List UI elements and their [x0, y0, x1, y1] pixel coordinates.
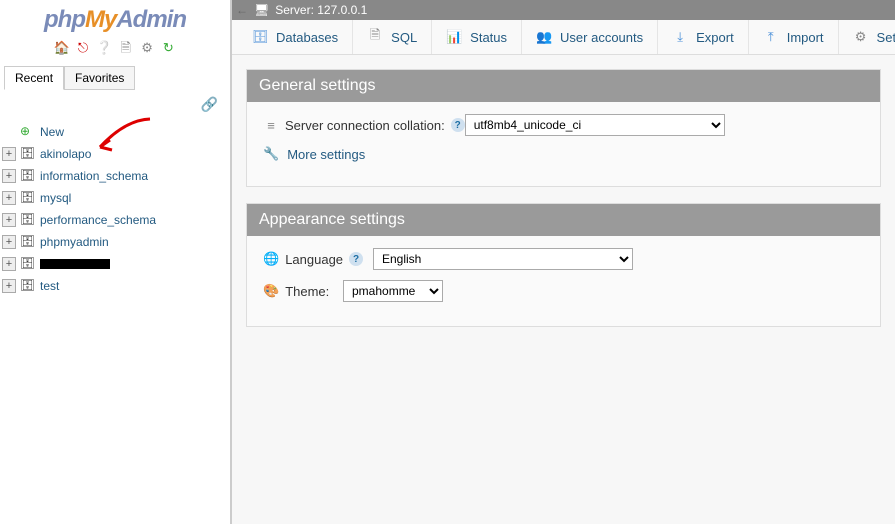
export-icon: ⤓	[672, 29, 688, 45]
tree-item-mysql[interactable]: + 🗄 mysql	[0, 187, 230, 209]
tree-item-test[interactable]: + 🗄 test	[0, 275, 230, 297]
menu-settings[interactable]: ⚙ Setti	[839, 20, 895, 54]
pma-logo[interactable]: phpMyAdmin	[0, 0, 230, 36]
menu-sql[interactable]: 🗎 SQL	[353, 20, 432, 54]
database-icon: 🗄	[20, 256, 36, 272]
breadcrumb-bar: 🖥 Server: 127.0.0.1	[232, 0, 895, 20]
expand-icon[interactable]: +	[2, 235, 16, 249]
language-select[interactable]: English	[373, 248, 633, 270]
tab-favorites[interactable]: Favorites	[64, 66, 135, 90]
databases-icon: 🗄	[252, 29, 268, 45]
expand-icon[interactable]: +	[2, 147, 16, 161]
expand-icon[interactable]: +	[2, 169, 16, 183]
tab-recent[interactable]: Recent	[4, 66, 64, 90]
tree-item-phpmyadmin[interactable]: + 🗄 phpmyadmin	[0, 231, 230, 253]
status-icon: 📊	[446, 29, 462, 45]
top-menu: 🗄 Databases 🗎 SQL 📊 Status 👥 User accoun…	[232, 20, 895, 55]
database-icon: 🗄	[20, 190, 36, 206]
link-icon[interactable]: 🔗	[201, 96, 218, 112]
collapse-sidebar-icon[interactable]: ←	[236, 3, 248, 17]
database-icon: 🗄	[20, 168, 36, 184]
menu-export[interactable]: ⤓ Export	[658, 20, 749, 54]
expand-icon[interactable]: +	[2, 191, 16, 205]
database-icon: 🗄	[20, 146, 36, 162]
server-icon: 🖥	[254, 3, 269, 17]
sql-icon: 🗎	[367, 29, 383, 45]
tree-item-redacted[interactable]: + 🗄	[0, 253, 230, 275]
reload-icon[interactable]: ↻	[160, 40, 176, 56]
expand-icon[interactable]: +	[2, 279, 16, 293]
help-icon[interactable]: ?	[451, 118, 465, 132]
language-icon: 🌐	[263, 251, 279, 267]
docs-icon[interactable]: ❔	[96, 40, 112, 56]
tree-item-performance-schema[interactable]: + 🗄 performance_schema	[0, 209, 230, 231]
expand-icon[interactable]: +	[2, 257, 16, 271]
tree-new[interactable]: ⊕ New	[0, 121, 230, 143]
collation-select[interactable]: utf8mb4_unicode_ci	[465, 114, 725, 136]
database-icon: 🗄	[20, 234, 36, 250]
sql-icon[interactable]: 🗎	[118, 40, 134, 56]
server-label[interactable]: Server: 127.0.0.1	[275, 3, 367, 17]
database-icon: 🗄	[20, 212, 36, 228]
sidebar-toolbar: 🏠 ⎋ ❔ 🗎 ⚙ ↻	[0, 36, 230, 62]
tree-item-akinolapo[interactable]: + 🗄 akinolapo	[0, 143, 230, 165]
theme-label: Theme:	[285, 284, 329, 299]
menu-import[interactable]: ⤒ Import	[749, 20, 839, 54]
collation-label: Server connection collation:	[285, 118, 445, 133]
expand-icon[interactable]: +	[2, 213, 16, 227]
wrench-icon: 🔧	[263, 146, 279, 162]
db-tree: ⊕ New + 🗄 akinolapo + 🗄 information_sche…	[0, 119, 230, 297]
tree-item-information-schema[interactable]: + 🗄 information_schema	[0, 165, 230, 187]
settings-icon[interactable]: ⚙	[139, 40, 155, 56]
panel-header: Appearance settings	[247, 204, 880, 236]
new-db-icon: ⊕	[20, 124, 36, 140]
menu-databases[interactable]: 🗄 Databases	[238, 20, 353, 54]
gear-icon: ⚙	[853, 29, 869, 45]
theme-select[interactable]: pmahomme	[343, 280, 443, 302]
help-icon[interactable]: ?	[349, 252, 363, 266]
users-icon: 👥	[536, 29, 552, 45]
menu-status[interactable]: 📊 Status	[432, 20, 522, 54]
general-settings-panel: General settings ≡ Server connection col…	[246, 69, 881, 187]
menu-user-accounts[interactable]: 👥 User accounts	[522, 20, 658, 54]
import-icon: ⤒	[763, 29, 779, 45]
home-icon[interactable]: 🏠	[54, 40, 70, 56]
language-label: Language	[285, 252, 343, 267]
panel-header: General settings	[247, 70, 880, 102]
collation-icon: ≡	[263, 118, 279, 133]
logout-icon[interactable]: ⎋	[75, 40, 91, 56]
database-icon: 🗄	[20, 278, 36, 294]
appearance-settings-panel: Appearance settings 🌐 Language ? English…	[246, 203, 881, 327]
more-settings-link[interactable]: More settings	[287, 147, 365, 162]
theme-icon: 🎨	[263, 283, 279, 299]
